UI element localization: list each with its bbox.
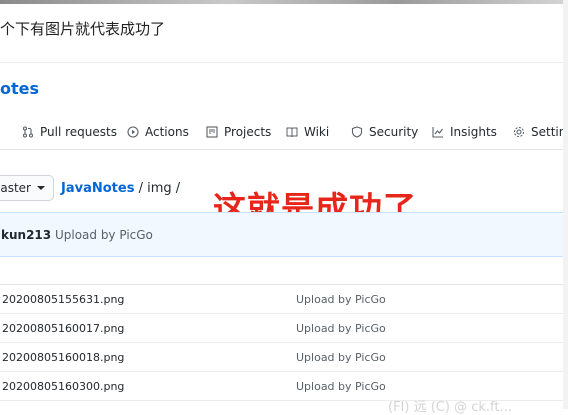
window-top-strip [0,0,568,4]
tab-pull-requests[interactable]: Pull requests [22,123,117,141]
tab-security[interactable]: Security [351,123,418,141]
breadcrumb-repo-link[interactable]: JavaNotes [61,181,134,196]
play-circle-icon [127,126,139,138]
file-list: 20200805155631.png Upload by PicGo 20200… [0,284,568,401]
table-row: 20200805155631.png Upload by PicGo [0,285,568,314]
table-row: 20200805160017.png Upload by PicGo [0,314,568,343]
window-right-edge [563,0,568,409]
file-name-link[interactable]: 20200805160300.png [2,380,124,393]
latest-commit-text: kun213 Upload by PicGo [1,228,153,242]
file-commit-message-link[interactable]: Upload by PicGo [296,293,386,306]
tab-label: Security [369,125,419,139]
caption-text: 个下有图片就代表成功了 [0,20,166,38]
tabs-divider [0,149,568,150]
file-commit-message-link[interactable]: Upload by PicGo [296,322,386,335]
breadcrumb-separator: / [171,181,181,196]
file-name-link[interactable]: 20200805160017.png [2,322,124,335]
file-commit-message-link[interactable]: Upload by PicGo [296,380,386,393]
watermark: (FI) 远 (C) @ ck.ft... [388,400,512,415]
graph-icon [432,127,443,138]
tab-label: Pull requests [40,125,117,139]
file-name-link[interactable]: 20200805160018.png [2,351,124,364]
tab-label: Projects [224,125,272,139]
chevron-down-icon [37,186,45,190]
table-row: 20200805160018.png Upload by PicGo [0,343,568,372]
latest-commit-bar: kun213 Upload by PicGo [0,212,568,257]
breadcrumb: JavaNotes / img / [61,181,180,196]
breadcrumb-separator: / [134,181,148,196]
breadcrumb-folder: img [147,181,172,196]
tab-wiki[interactable]: Wiki [286,123,329,141]
gear-icon [513,126,525,138]
branch-name: master [0,181,31,195]
book-icon [286,127,298,138]
tab-settings[interactable]: Setting [513,123,568,141]
repo-nav-tabs: Pull requests Actions Projects Wiki Secu… [0,115,568,149]
tab-label: Insights [450,125,497,139]
commit-message-link[interactable]: Upload by PicGo [55,228,153,242]
branch-select-button[interactable]: master [0,175,54,201]
tab-label: Actions [145,125,189,139]
shield-icon [351,126,363,138]
tab-actions[interactable]: Actions [127,123,189,141]
tab-insights[interactable]: Insights [432,123,497,141]
commit-author-link[interactable]: kun213 [1,228,51,242]
tab-projects[interactable]: Projects [206,123,271,141]
tab-label: Wiki [304,125,330,139]
file-name-link[interactable]: 20200805155631.png [2,293,124,306]
project-board-icon [206,126,218,138]
file-commit-message-link[interactable]: Upload by PicGo [296,351,386,364]
pull-request-icon [22,126,34,138]
repo-title-link[interactable]: otes [0,79,39,98]
header-divider [0,62,568,63]
